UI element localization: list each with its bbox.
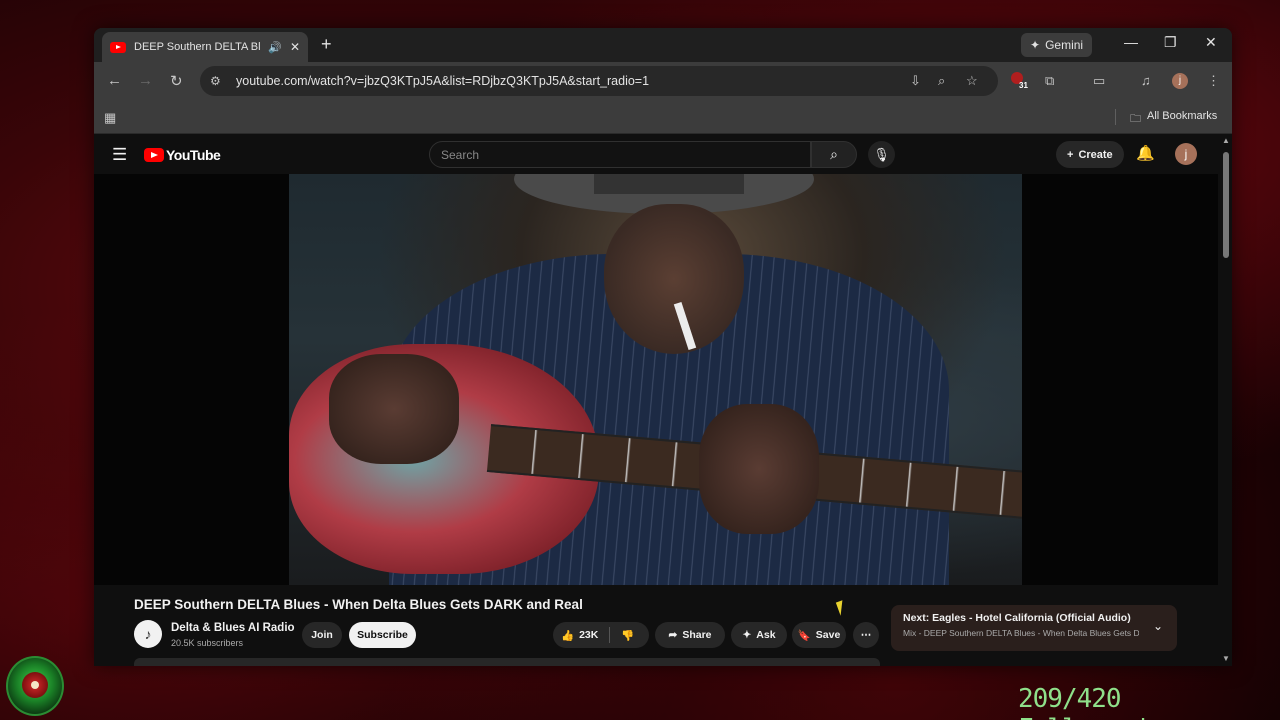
next-video-subtitle: Mix - DEEP Southern DELTA Blues - When D… [903,628,1139,638]
new-tab-icon[interactable]: + [321,34,332,55]
youtube-page: ☰ YouTube Search ⌕ 🎙 + Create 🔔 j DEEP S… [94,134,1232,666]
youtube-logo[interactable]: YouTube [144,147,221,163]
join-button[interactable]: Join [302,622,342,648]
url-text: youtube.com/watch?v=jbzQ3KTpJ5A&list=RDj… [236,74,650,88]
gemini-label: Gemini [1045,38,1084,52]
microphone-icon: 🎙 [873,147,890,162]
page-scrollbar[interactable]: ▲ ▼ [1220,134,1232,666]
guitar-icon: ♪ [144,626,152,642]
subscribe-button[interactable]: Subscribe [349,622,416,648]
scroll-thumb[interactable] [1223,152,1229,258]
right-hand [699,404,819,534]
bookmark-icon: 🔖 [797,629,811,642]
hat-band [594,174,744,194]
restore-icon[interactable]: ❐ [1164,34,1177,51]
channel-name[interactable]: Delta & Blues AI Radio [171,622,295,634]
share-icon: ➦ [668,629,678,641]
all-bookmarks-label: All Bookmarks [1147,110,1218,122]
menu-kebab-icon[interactable]: ⋮ [1207,73,1220,89]
like-divider [609,627,611,643]
video-player[interactable] [94,174,1218,585]
stream-badge-logo [6,656,64,716]
next-video-title: Next: Eagles - Hotel California (Officia… [903,612,1131,624]
zoom-icon[interactable]: ⌕ [938,73,945,89]
extensions-puzzle-icon[interactable]: ⧉ [1045,73,1054,89]
search-input[interactable]: Search [429,141,811,168]
back-icon[interactable]: ← [107,72,122,89]
search-icon: ⌕ [830,146,838,162]
like-count[interactable]: 23K [579,629,598,641]
bookmarks-bar: ▦ 🗀 All Bookmarks [94,100,1232,134]
browser-window: DEEP Southern DELTA Blues 🔊 ✕ + ✦ Gemini… [94,28,1232,666]
youtube-play-icon [144,148,164,162]
extension-calendar-icon[interactable]: 31 [1011,72,1029,90]
cast-icon[interactable]: ▭ [1093,73,1105,89]
gemini-icon: ✦ [1030,38,1041,52]
reload-icon[interactable]: ↻ [170,72,183,90]
scroll-down-icon[interactable]: ▼ [1222,654,1230,663]
share-button[interactable]: ➦ Share [655,622,725,648]
thumbs-down-icon[interactable]: 👎 [621,629,634,642]
youtube-header: ☰ YouTube Search ⌕ 🎙 + Create 🔔 j [94,134,1232,174]
follower-counter: 209/420 Follower's [1018,684,1166,720]
gemini-button[interactable]: ✦ Gemini [1021,33,1093,57]
address-bar[interactable]: ⚙ youtube.com/watch?v=jbzQ3KTpJ5A&list=R… [200,66,998,96]
voice-search-button[interactable]: 🎙 [868,141,895,168]
close-tab-icon[interactable]: ✕ [290,40,300,54]
channel-avatar[interactable]: ♪ [134,620,162,648]
subscriber-count: 20.5K subscribers [171,638,244,648]
chevron-down-icon[interactable]: ⌄ [1153,619,1163,633]
like-dislike-group: 👍 23K 👎 [553,622,649,648]
forward-icon[interactable]: → [138,72,153,89]
tab-title: DEEP Southern DELTA Blues [134,41,261,53]
extension-badge-count: 31 [1019,81,1028,90]
site-info-icon[interactable]: ⚙ [210,74,226,88]
description-box[interactable] [134,658,880,666]
video-frame-bluesman-guitar [289,174,1022,585]
all-bookmarks-button[interactable]: 🗀 All Bookmarks [1130,110,1217,129]
youtube-favicon-icon [110,41,126,53]
create-label: Create [1078,148,1113,161]
minimize-icon[interactable]: — [1124,34,1138,50]
up-next-card[interactable]: Next: Eagles - Hotel California (Officia… [891,605,1177,651]
save-button[interactable]: 🔖 Save [792,622,846,648]
bookmarks-divider [1115,109,1116,125]
left-hand [329,354,459,464]
search-button[interactable]: ⌕ [811,141,857,168]
video-title: DEEP Southern DELTA Blues - When Delta B… [134,597,583,612]
youtube-avatar[interactable]: j [1175,143,1197,165]
ask-button[interactable]: ✦ Ask [731,622,787,648]
profile-avatar[interactable]: j [1172,73,1188,89]
more-actions-button[interactable]: ⋯ [853,622,879,648]
youtube-logo-text: YouTube [166,147,221,163]
tab-youtube[interactable]: DEEP Southern DELTA Blues 🔊 ✕ [102,32,308,62]
more-horizontal-icon: ⋯ [860,629,872,641]
tab-strip: DEEP Southern DELTA Blues 🔊 ✕ + ✦ Gemini… [94,28,1232,62]
sparkle-icon: ✦ [742,629,752,641]
apps-grid-icon[interactable]: ▦ [104,110,116,126]
media-controls-icon[interactable]: ♫ [1141,73,1151,88]
thumbs-up-icon[interactable]: 👍 [561,629,574,642]
close-window-icon[interactable]: ✕ [1205,34,1217,51]
create-button[interactable]: + Create [1056,141,1124,168]
speaker-icon[interactable]: 🔊 [268,41,282,54]
browser-toolbar: ← → ↻ ⚙ youtube.com/watch?v=jbzQ3KTpJ5A&… [94,62,1232,100]
face [604,204,744,354]
bookmark-star-icon[interactable]: ☆ [966,73,978,89]
ask-label: Ask [756,629,776,641]
scroll-up-icon[interactable]: ▲ [1222,136,1230,145]
notifications-bell-icon[interactable]: 🔔 [1136,144,1155,162]
share-label: Share [682,629,712,641]
hamburger-menu-icon[interactable]: ☰ [112,145,127,165]
install-app-icon[interactable]: ⇩ [910,73,921,89]
folder-icon: 🗀 [1130,113,1141,125]
save-label: Save [815,629,841,641]
plus-icon: + [1067,148,1074,161]
